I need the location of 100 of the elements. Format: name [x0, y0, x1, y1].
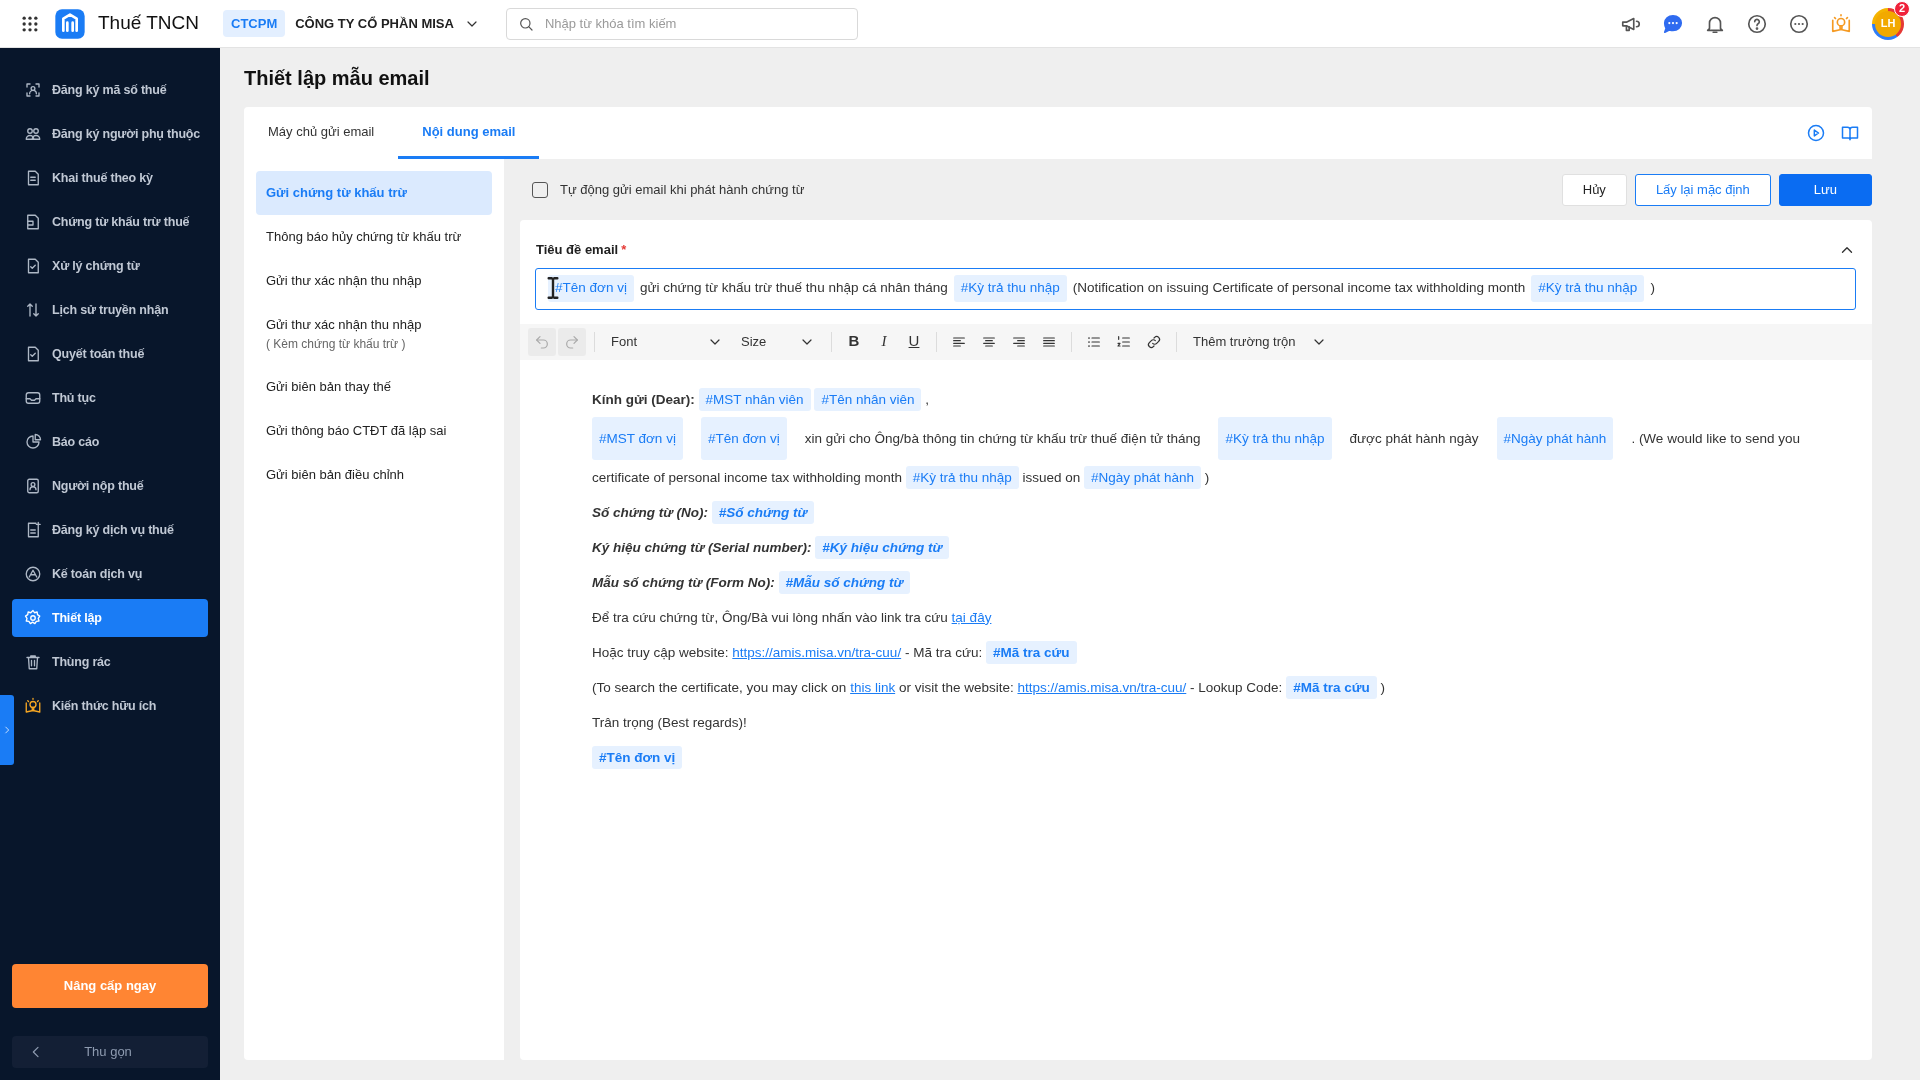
- merge-field-tag: #Mã tra cứu: [1286, 675, 1377, 699]
- sidebar-item[interactable]: Thùng rác: [12, 643, 208, 681]
- subject-text: (Notification on issuing Certificate of personal income tax withholding month: [1072, 279, 1526, 298]
- page-title: Thiết lập mẫu email: [244, 65, 431, 91]
- email-text: Hoặc truy cập website:: [592, 644, 729, 660]
- merge-field-tag: #Ngày phát hành: [1496, 416, 1614, 460]
- lightbulb-book-icon: [24, 697, 42, 715]
- merge-field-dropdown[interactable]: Thêm trường trộn: [1185, 327, 1335, 356]
- pie-chart-icon: [24, 433, 42, 451]
- merge-field-tag: #Ngày phát hành: [1084, 465, 1201, 489]
- email-text: xin gửi cho Ông/bà thông tin chứng từ khấu trừ thuế điện tử tháng: [804, 429, 1201, 448]
- app-name: Thuế TNCN: [98, 11, 199, 36]
- template-item[interactable]: Thông báo hủy chứng từ khấu trừ: [256, 215, 492, 259]
- merge-field-tag: #Tên đơn vị: [592, 745, 683, 769]
- email-text: (To search the certificate, you may click on: [592, 679, 847, 695]
- email-text: certificate of personal income tax withholding month: [592, 469, 902, 485]
- subject-field[interactable]: #Tên đơn vị gửi chứng từ khấu trừ thuế thu nhập cá nhân tháng #Kỳ trả thu nhập (Notification on issuing Certificate of personal income tax withholding month #Kỳ trả thu nhập ): [535, 267, 1856, 310]
- sidebar-item[interactable]: Đăng ký dịch vụ thuế: [12, 511, 208, 549]
- underline-button[interactable]: U: [900, 327, 928, 356]
- company-name[interactable]: CÔNG TY CỔ PHẦN MISA: [295, 13, 454, 34]
- email-text: được phát hành ngày: [1349, 429, 1479, 448]
- email-text: ): [1204, 469, 1210, 485]
- link-icon[interactable]: [1146, 333, 1162, 350]
- merge-field-tag: #Kỳ trả thu nhập: [1218, 416, 1332, 460]
- subject-label: Tiêu đề email: [536, 241, 619, 259]
- save-button[interactable]: Lưu: [1778, 173, 1872, 206]
- subject-text: gửi chứng từ khấu trừ thuế thu nhập cá nhân tháng: [639, 279, 948, 298]
- checkbox[interactable]: [532, 181, 548, 198]
- gauge-icon: [24, 565, 42, 583]
- sidebar-item[interactable]: Chứng từ khấu trừ thuế: [12, 203, 208, 241]
- play-circle-icon[interactable]: [1806, 123, 1826, 143]
- numbered-list-icon[interactable]: [1116, 333, 1132, 350]
- help-icon[interactable]: [1746, 12, 1768, 35]
- cancel-button[interactable]: Hủy: [1561, 173, 1627, 206]
- merge-field-tag: #Mã tra cứu: [986, 640, 1077, 664]
- sidebar-item[interactable]: Đăng ký người phụ thuộc: [12, 115, 208, 153]
- italic-button[interactable]: I: [870, 327, 898, 356]
- email-text: Để tra cứu chứng từ, Ông/Bà vui lòng nhấn vào link tra cứu: [592, 609, 948, 625]
- template-item[interactable]: Gửi thư xác nhận thu nhập ( Kèm chứng từ khấu trừ ): [256, 303, 492, 365]
- link[interactable]: https://amis.misa.vn/tra-cuu/: [1017, 679, 1187, 695]
- merge-field-tag: #Số chứng từ: [711, 500, 815, 524]
- sidebar-item[interactable]: Quyết toán thuế: [12, 335, 208, 373]
- email-text: issued on: [1022, 469, 1081, 485]
- email-text: . (We would like to send you: [1631, 429, 1800, 448]
- merge-field-tag: #Kỳ trả thu nhập: [953, 275, 1067, 302]
- sidebar-item[interactable]: Khai thuế theo kỳ: [12, 159, 208, 197]
- tab[interactable]: Máy chủ gửi email: [244, 107, 399, 159]
- sidebar-item[interactable]: Báo cáo: [12, 423, 208, 461]
- person-scan-icon: [24, 81, 42, 99]
- document-icon: [24, 213, 42, 231]
- sidebar-item[interactable]: Đăng ký mã số thuế: [12, 71, 208, 109]
- merge-field-tag: #Tên đơn vị: [548, 275, 634, 302]
- template-item[interactable]: Gửi biên bản thay thế: [256, 364, 492, 409]
- merge-field-tag: #Kỳ trả thu nhập: [905, 465, 1019, 489]
- sidebar-item[interactable]: Thủ tục: [12, 379, 208, 417]
- chat-bubble-icon[interactable]: [1662, 12, 1684, 35]
- email-text: ,: [925, 391, 929, 407]
- book-icon[interactable]: [1840, 123, 1860, 143]
- merge-field-tag: #Ký hiệu chứng từ: [815, 535, 950, 559]
- sidebar-item[interactable]: Kiến thức hữu ích: [12, 687, 208, 725]
- sidebar-item[interactable]: Lịch sử truyền nhận: [12, 291, 208, 329]
- sidebar-item[interactable]: Kế toán dịch vụ: [12, 555, 208, 593]
- link[interactable]: this link: [850, 679, 896, 695]
- link[interactable]: tại đây: [951, 609, 992, 625]
- link[interactable]: https://amis.misa.vn/tra-cuu/: [732, 644, 902, 660]
- chevron-right-icon: [2, 725, 12, 735]
- email-text: Trân trọng (Best regards)!: [592, 714, 747, 730]
- sidebar-item[interactable]: Người nộp thuế: [12, 467, 208, 505]
- search-icon: [517, 15, 534, 32]
- template-item[interactable]: Gửi thông báo CTĐT đã lập sai: [256, 408, 492, 453]
- email-text: ): [1380, 679, 1385, 695]
- required-mark: *: [621, 241, 627, 259]
- template-item[interactable]: Gửi thư xác nhận thu nhập: [256, 259, 492, 303]
- merge-field-tag: #MST đơn vị: [592, 416, 683, 460]
- size-dropdown[interactable]: Size: [733, 327, 823, 356]
- subject-text: ): [1650, 279, 1655, 298]
- collapse-button[interactable]: Thu gọn: [12, 1036, 208, 1068]
- expand-handle[interactable]: [0, 695, 14, 765]
- logo-icon: [54, 7, 86, 40]
- company-tag: CTCPM: [223, 9, 286, 38]
- template-item[interactable]: Gửi biên bản điều chỉnh: [256, 452, 492, 497]
- up-down-arrows-icon: [24, 301, 42, 319]
- reset-default-button[interactable]: Lấy lại mặc định: [1634, 173, 1771, 206]
- notification-badge: 2: [1894, 0, 1910, 17]
- sidebar-item[interactable]: Thiết lập: [12, 599, 208, 637]
- gear-icon: [24, 609, 42, 627]
- font-dropdown[interactable]: Font: [603, 327, 731, 356]
- email-text: Kính gửi (Dear):: [592, 391, 695, 407]
- merge-field-tag: #Kỳ trả thu nhập: [1531, 275, 1645, 302]
- email-text: Mẫu số chứng từ (Form No):: [592, 574, 775, 590]
- search-field[interactable]: Nhập từ khóa tìm kiếm: [505, 7, 858, 40]
- email-text: - Lookup Code:: [1190, 679, 1283, 695]
- sidebar-item[interactable]: Xử lý chứng từ: [12, 247, 208, 285]
- people-icon: [24, 125, 42, 143]
- email-text: - Mã tra cứu:: [904, 644, 983, 660]
- merge-field-tag: #MST nhân viên: [698, 387, 811, 411]
- more-icon[interactable]: [1788, 12, 1810, 35]
- bold-button[interactable]: B: [840, 327, 868, 356]
- trash-icon: [24, 653, 42, 671]
- person-card-icon: [24, 477, 42, 495]
